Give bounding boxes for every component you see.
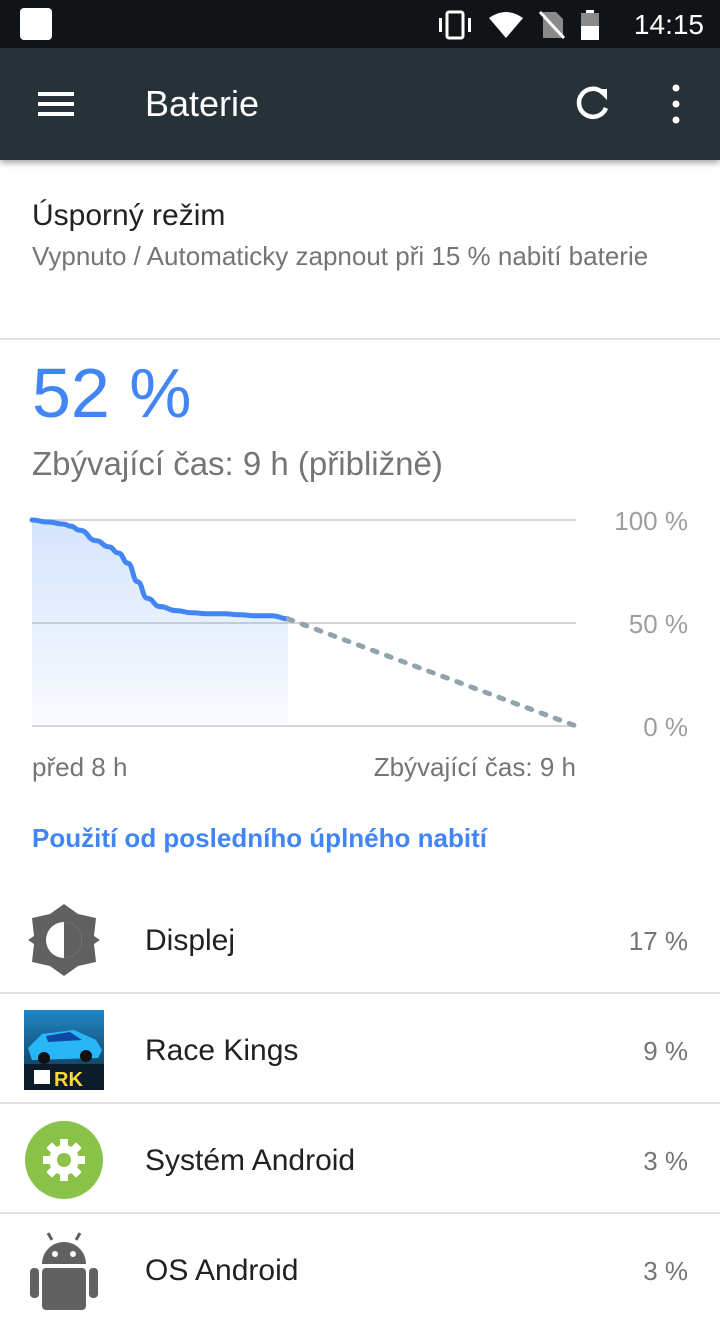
chart-y-tick-label: 50 % <box>629 609 688 639</box>
chart-y-tick-label: 100 % <box>614 506 688 536</box>
battery-saver-summary: Vypnuto / Automaticky zapnout při 15 % n… <box>32 241 649 271</box>
notification-icon <box>20 8 52 40</box>
race-kings-app-icon: RK <box>24 1010 104 1090</box>
status-icons <box>436 10 600 40</box>
divider <box>0 1102 720 1104</box>
list-item[interactable]: Systém Android 3 % <box>0 1106 720 1214</box>
app-toolbar: Baterie <box>0 48 720 160</box>
usage-section-header: Použití od posledního úplného nabití <box>32 823 487 853</box>
remaining-time: Zbývající čas: 9 h (přibližně) <box>32 445 443 482</box>
status-bar: 14:15 <box>0 0 720 48</box>
brightness-icon <box>28 904 100 976</box>
battery-saver-setting[interactable]: Úsporný režim Vypnuto / Automaticky zapn… <box>0 160 720 338</box>
more-options-button[interactable] <box>652 78 700 130</box>
list-item-percent: 3 % <box>643 1146 688 1176</box>
divider <box>0 338 720 340</box>
more-vert-icon <box>672 84 680 124</box>
divider <box>0 1212 720 1214</box>
list-item-label: OS Android <box>145 1254 299 1287</box>
list-item-label: Race Kings <box>145 1034 299 1067</box>
chart-x-end-label: Zbývající čas: 9 h <box>373 752 576 782</box>
no-sim-icon <box>538 10 566 40</box>
chart-projection-line <box>285 616 579 729</box>
page-title: Baterie <box>145 83 260 124</box>
refresh-icon <box>576 86 609 119</box>
list-item-label: Displej <box>145 924 236 957</box>
list-item-percent: 17 % <box>628 926 688 956</box>
battery-history-chart: 100 % 50 % 0 % <box>29 506 688 740</box>
android-robot-icon <box>30 1232 98 1310</box>
wifi-icon <box>489 12 523 38</box>
hamburger-menu-icon <box>38 92 74 116</box>
list-item[interactable]: OS Android 3 % <box>0 1216 720 1324</box>
list-item-label: Systém Android <box>145 1144 356 1177</box>
battery-icon <box>581 10 599 40</box>
android-settings-icon <box>25 1121 103 1199</box>
battery-saver-title: Úsporný režim <box>32 199 226 232</box>
race-kings-logo-text: RK <box>54 1069 83 1090</box>
list-item-percent: 9 % <box>643 1036 688 1066</box>
list-item-percent: 3 % <box>643 1256 688 1286</box>
divider <box>0 992 720 994</box>
chart-y-tick-label: 0 % <box>643 712 688 740</box>
battery-level: 52 % <box>32 354 192 432</box>
menu-button[interactable] <box>28 78 84 130</box>
list-item[interactable]: RK Race Kings 9 % <box>0 996 720 1104</box>
list-item[interactable]: Displej 17 % <box>0 886 720 994</box>
refresh-button[interactable] <box>566 78 618 130</box>
chart-x-start-label: před 8 h <box>32 752 128 782</box>
clock: 14:15 <box>633 9 704 40</box>
vibrate-icon <box>439 10 471 40</box>
chart-history-area <box>32 520 288 726</box>
